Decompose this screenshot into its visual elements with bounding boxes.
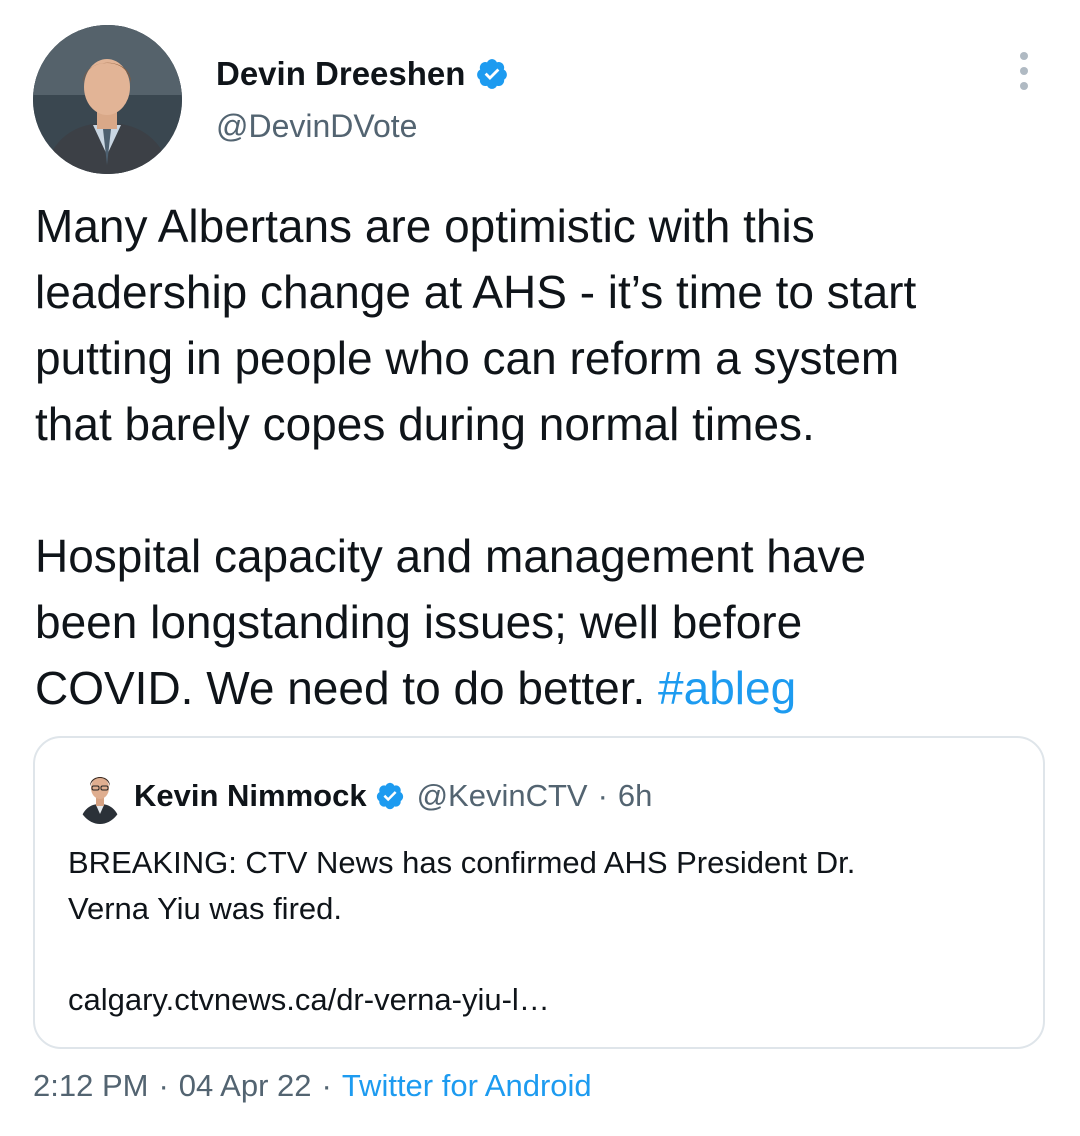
hashtag-link[interactable]: #ableg bbox=[658, 662, 796, 714]
tweet-text-last: COVID. We need to do better. bbox=[35, 662, 646, 714]
tweet-time[interactable]: 2:12 PM bbox=[33, 1068, 148, 1104]
more-dot bbox=[1020, 52, 1028, 60]
tweet-text-line: that barely copes during normal times. bbox=[35, 398, 815, 450]
tweet-text-line: been longstanding issues; well before bbox=[35, 596, 803, 648]
author-handle[interactable]: @DevinDVote bbox=[216, 108, 417, 145]
quoted-author-handle[interactable]: @KevinCTV bbox=[417, 778, 588, 814]
separator-dot: · bbox=[321, 1068, 332, 1103]
tweet-metadata: 2:12 PM · 04 Apr 22 · Twitter for Androi… bbox=[33, 1068, 592, 1104]
tweet-text-line: putting in people who can reform a syste… bbox=[35, 332, 900, 384]
verified-badge-icon bbox=[375, 781, 405, 811]
more-vertical-icon[interactable] bbox=[1008, 48, 1040, 94]
quoted-tweet-card[interactable]: Kevin Nimmock @KevinCTV · 6h BREAKING: C… bbox=[33, 736, 1045, 1049]
quoted-tweet-link[interactable]: calgary.ctvnews.ca/dr-verna-yiu-l… bbox=[68, 982, 550, 1018]
tweet-text: Many Albertans are optimistic with this … bbox=[35, 193, 1045, 721]
quoted-tweet-time[interactable]: 6h bbox=[618, 778, 652, 814]
tweet-date[interactable]: 04 Apr 22 bbox=[179, 1068, 312, 1104]
quoted-tweet-header: Kevin Nimmock @KevinCTV · 6h bbox=[134, 776, 652, 816]
tweet: Devin Dreeshen @DevinDVote Many Albertan… bbox=[0, 0, 1080, 1136]
separator-dot: · bbox=[597, 778, 608, 813]
quoted-author-name[interactable]: Kevin Nimmock bbox=[134, 778, 367, 814]
tweet-text-line: Many Albertans are optimistic with this bbox=[35, 200, 815, 252]
more-dot bbox=[1020, 67, 1028, 75]
tweet-source-link[interactable]: Twitter for Android bbox=[342, 1068, 592, 1104]
quoted-text-line: Verna Yiu was fired. bbox=[68, 891, 342, 926]
tweet-text-line-last: COVID. We need to do better. #ableg bbox=[35, 655, 1045, 721]
separator-dot: · bbox=[158, 1068, 169, 1103]
author-name-text[interactable]: Devin Dreeshen bbox=[216, 55, 465, 93]
quoted-text-line: BREAKING: CTV News has confirmed AHS Pre… bbox=[68, 845, 856, 880]
verified-badge-icon bbox=[475, 57, 509, 91]
author-avatar[interactable] bbox=[33, 25, 182, 174]
more-dot bbox=[1020, 82, 1028, 90]
quoted-author-avatar[interactable] bbox=[77, 768, 123, 824]
author-name[interactable]: Devin Dreeshen bbox=[216, 55, 509, 93]
tweet-text-line: Hospital capacity and management have bbox=[35, 530, 867, 582]
tweet-text-line: leadership change at AHS - it’s time to … bbox=[35, 266, 917, 318]
quoted-tweet-text: BREAKING: CTV News has confirmed AHS Pre… bbox=[68, 840, 1018, 932]
